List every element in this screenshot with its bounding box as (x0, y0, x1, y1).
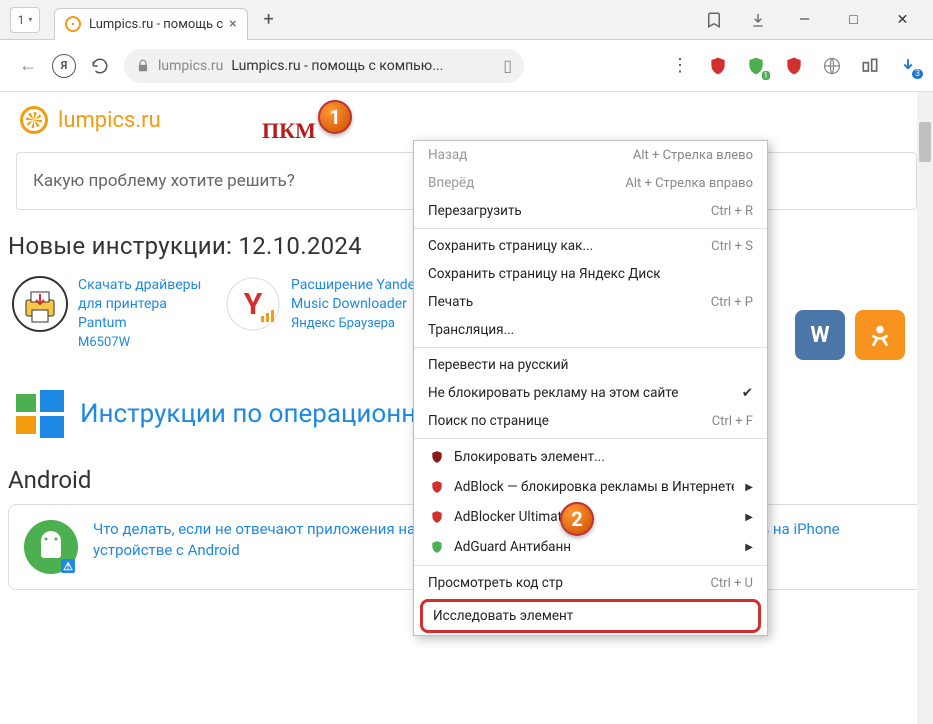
browser-tab[interactable]: Lumpics.ru - помощь с × (54, 8, 248, 40)
downloads-icon[interactable] (738, 0, 778, 40)
chevron-down-icon: ▾ (28, 15, 32, 24)
cm-cast[interactable]: Трансляция... (414, 316, 767, 344)
check-icon: ✔ (742, 385, 753, 401)
yandex-logo-icon[interactable]: Я (52, 54, 76, 78)
new-tab-button[interactable]: + (256, 7, 282, 33)
svg-text:Y: Y (244, 287, 263, 322)
reader-icon[interactable]: ▯ (503, 56, 512, 75)
adguard-ext-icon[interactable]: 1 (745, 55, 767, 77)
yandex-browser-icon: Y (225, 276, 281, 332)
android-link: Что делать, если не отвечают приложения … (93, 519, 441, 561)
ok-button[interactable] (855, 310, 905, 360)
marker-2: 2 (560, 502, 594, 536)
menu-dots-icon[interactable]: ⋮ (669, 55, 691, 77)
adblock-icon (428, 478, 446, 496)
url-input[interactable]: lumpics.ru Lumpics.ru - помощь с компью.… (124, 49, 524, 83)
maximize-button[interactable]: □ (831, 0, 876, 40)
cm-inspect-element[interactable]: Исследовать элемент (420, 599, 761, 633)
tab-favicon (65, 16, 81, 32)
address-bar: ← Я lumpics.ru Lumpics.ru - помощь с ком… (0, 40, 933, 92)
chevron-right-icon: ▶ (745, 542, 753, 553)
extensions-icon[interactable] (859, 55, 881, 77)
cm-translate[interactable]: Перевести на русский (414, 351, 767, 379)
cm-adguard[interactable]: AdGuard Антибанн▶ (414, 532, 767, 562)
vk-button[interactable]: W (795, 310, 845, 360)
cm-separator (414, 565, 767, 566)
cm-ublock[interactable]: Блокировать элемент... (414, 442, 767, 472)
article-title: Расширение Yandex Music Downloader (291, 276, 430, 314)
cm-find[interactable]: Поиск по страницеCtrl + F (414, 407, 767, 435)
bookmark-star-icon[interactable] (694, 0, 734, 40)
chevron-right-icon: ▶ (745, 512, 753, 523)
article-subtitle: M6507W (78, 335, 217, 350)
site-logo-icon (20, 106, 48, 134)
ublock-icon (428, 448, 446, 466)
article-subtitle: Яндекс Браузера (291, 316, 430, 331)
back-button[interactable]: ← (14, 52, 42, 80)
context-menu: НазадAlt + Стрелка влево ВперёдAlt + Стр… (413, 140, 768, 636)
tab-title: Lumpics.ru - помощь с (89, 17, 223, 32)
svg-text:⚠: ⚠ (63, 560, 73, 573)
cm-noblock[interactable]: Не блокировать рекламу на этом сайте✔ (414, 379, 767, 407)
adblock-ext-icon[interactable] (783, 55, 805, 77)
os-instructions-title[interactable]: Инструкции по операционны (80, 399, 436, 429)
cm-separator (414, 438, 767, 439)
cm-view-source[interactable]: Просмотреть код стрCtrl + U (414, 569, 767, 597)
marker-1: 1 (318, 100, 352, 134)
adblockerult-icon (428, 508, 446, 526)
translate-ext-icon[interactable] (821, 55, 843, 77)
cm-save-as[interactable]: Сохранить страницу как...Ctrl + S (414, 232, 767, 260)
tab-count: 1 (18, 13, 25, 27)
search-placeholder: Какую проблему хотите решить? (33, 171, 295, 191)
ublock-ext-icon[interactable] (707, 55, 729, 77)
cm-forward[interactable]: ВперёдAlt + Стрелка вправо (414, 169, 767, 197)
cm-reload[interactable]: ПерезагрузитьCtrl + R (414, 197, 767, 225)
site-name[interactable]: lumpics.ru (58, 108, 161, 133)
article-card[interactable]: Скачать драйверы для принтера Pantum M65… (12, 276, 217, 350)
pkm-annotation: ПКМ (262, 118, 316, 144)
adguard-icon (428, 538, 446, 556)
cm-adblock[interactable]: AdBlock — блокировка рекламы в Интернете… (414, 472, 767, 502)
article-card[interactable]: Y Расширение Yandex Music Downloader Янд… (225, 276, 430, 350)
scrollbar[interactable] (917, 92, 933, 724)
cm-print[interactable]: ПечатьCtrl + P (414, 288, 767, 316)
window-titlebar: 1 ▾ Lumpics.ru - помощь с × + — □ ✕ (0, 0, 933, 40)
cm-save-yadisk[interactable]: Сохранить страницу на Яндекс Диск (414, 260, 767, 288)
close-window-button[interactable]: ✕ (880, 0, 925, 40)
lock-icon (136, 59, 150, 73)
reload-button[interactable] (86, 52, 114, 80)
scrollbar-thumb[interactable] (919, 122, 931, 162)
cm-back[interactable]: НазадAlt + Стрелка влево (414, 141, 767, 169)
chevron-right-icon: ▶ (745, 482, 753, 493)
close-tab-icon[interactable]: × (229, 16, 236, 32)
downloads-arrow-icon[interactable]: 3 (897, 55, 919, 77)
printer-icon (12, 276, 68, 332)
android-icon: ⚠ (23, 519, 79, 575)
android-card[interactable]: ⚠ Что делать, если не отвечают приложени… (8, 504, 456, 590)
tab-counter[interactable]: 1 ▾ (10, 7, 40, 33)
windows-icon (14, 388, 66, 440)
downloads-badge: 3 (912, 69, 923, 79)
article-title: Скачать драйверы для принтера Pantum (78, 276, 217, 333)
android-heading: Android (4, 466, 460, 504)
cm-separator (414, 228, 767, 229)
minimize-button[interactable]: — (782, 0, 827, 40)
cm-separator (414, 347, 767, 348)
url-page-title: Lumpics.ru - помощь с компью... (231, 58, 443, 74)
url-domain: lumpics.ru (158, 58, 223, 74)
social-buttons: W (795, 310, 905, 360)
